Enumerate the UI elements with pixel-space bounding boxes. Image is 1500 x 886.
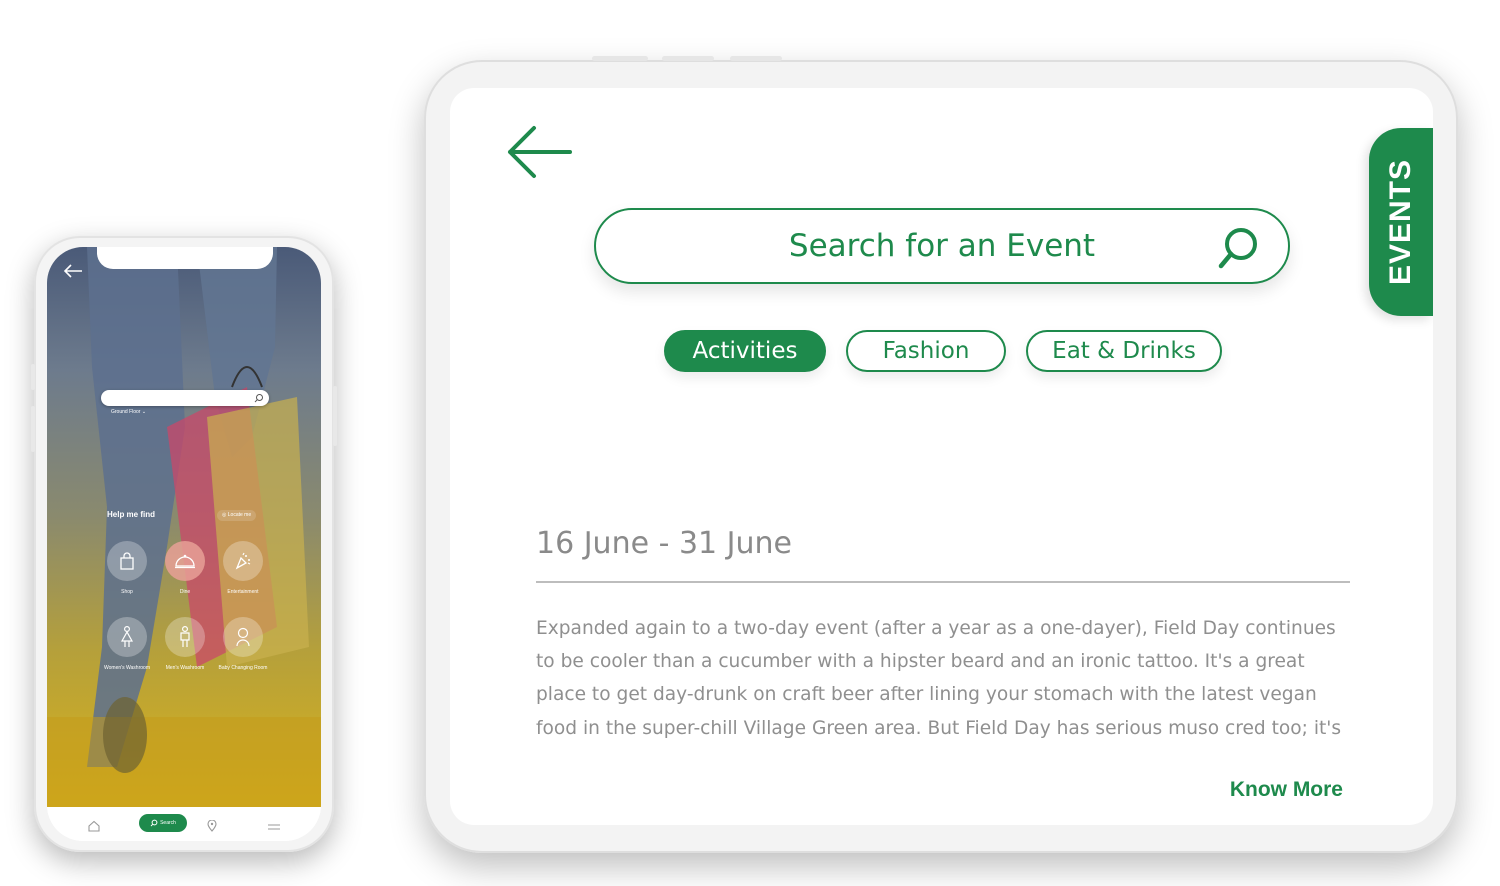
phone-device: Ground Floor ⌄ Help me find ◎ Locate me … <box>31 236 337 852</box>
tablet-top-button <box>592 56 648 61</box>
category-entertainment[interactable]: Entertainment <box>213 541 273 595</box>
phone-volume-button <box>31 406 35 452</box>
phone-mute-button <box>31 364 35 390</box>
nav-search-label: Search <box>160 820 176 826</box>
phone-search-input[interactable] <box>101 390 269 406</box>
party-icon <box>223 541 263 581</box>
chip-activities[interactable]: Activities <box>664 330 826 372</box>
chip-fashion[interactable]: Fashion <box>846 330 1006 372</box>
tablet-screen: Search for an Event Activities Fashion E… <box>450 88 1433 825</box>
event-search-input[interactable]: Search for an Event <box>594 208 1290 284</box>
category-label: Women's Washroom <box>104 665 150 671</box>
back-arrow-icon[interactable] <box>506 124 572 184</box>
category-womens-washroom[interactable]: Women's Washroom <box>97 617 157 671</box>
map-pin-icon[interactable] <box>207 817 217 836</box>
events-tab-label: EVENTS <box>1384 158 1417 286</box>
category-shop[interactable]: Shop <box>97 541 157 595</box>
nav-search-button[interactable]: Search <box>139 814 187 832</box>
category-mens-washroom[interactable]: Men's Washroom <box>155 617 215 671</box>
help-title: Help me find <box>107 510 156 519</box>
back-arrow-icon[interactable] <box>63 263 83 282</box>
phone-power-button <box>333 386 337 446</box>
category-dine[interactable]: Dine <box>155 541 215 595</box>
search-icon[interactable] <box>1216 226 1260 270</box>
chip-eat-drinks[interactable]: Eat & Drinks <box>1026 330 1222 372</box>
category-baby-changing[interactable]: Baby Changing Room <box>213 617 273 671</box>
category-label: Shop <box>121 589 133 595</box>
search-icon <box>254 394 263 403</box>
tablet-device: Search for an Event Activities Fashion E… <box>424 56 1458 853</box>
category-label: Men's Washroom <box>165 665 205 671</box>
search-placeholder: Search for an Event <box>788 228 1096 264</box>
search-icon <box>150 819 158 827</box>
home-icon[interactable] <box>87 817 101 836</box>
shopping-bag-icon <box>107 541 147 581</box>
category-label: Dine <box>179 589 191 595</box>
menu-icon[interactable] <box>267 817 281 836</box>
tablet-top-button <box>662 56 714 61</box>
cloche-icon <box>165 541 205 581</box>
chevron-down-icon: ⌄ <box>141 409 147 415</box>
phone-bottom-nav: Search <box>47 807 321 841</box>
category-label: Entertainment <box>227 589 259 595</box>
locate-me-button[interactable]: ◎ Locate me <box>217 510 257 521</box>
events-side-tab[interactable]: EVENTS <box>1369 128 1433 316</box>
man-icon <box>165 617 205 657</box>
phone-screen: Ground Floor ⌄ Help me find ◎ Locate me … <box>47 247 321 841</box>
floor-selector-label: Ground Floor <box>111 409 141 415</box>
background-photo <box>47 247 321 807</box>
category-label: Baby Changing Room <box>218 665 268 671</box>
event-description: Expanded again to a two-day event (after… <box>536 618 1342 739</box>
baby-icon <box>223 617 263 657</box>
phone-notch <box>97 247 273 269</box>
floor-selector[interactable]: Ground Floor ⌄ <box>111 409 146 415</box>
know-more-link[interactable]: Know More <box>1230 778 1343 802</box>
tablet-top-button <box>730 56 782 61</box>
divider <box>536 581 1350 583</box>
locate-me-label: Locate me <box>227 512 252 518</box>
woman-icon <box>107 617 147 657</box>
event-date: 16 June - 31 June <box>536 526 792 561</box>
